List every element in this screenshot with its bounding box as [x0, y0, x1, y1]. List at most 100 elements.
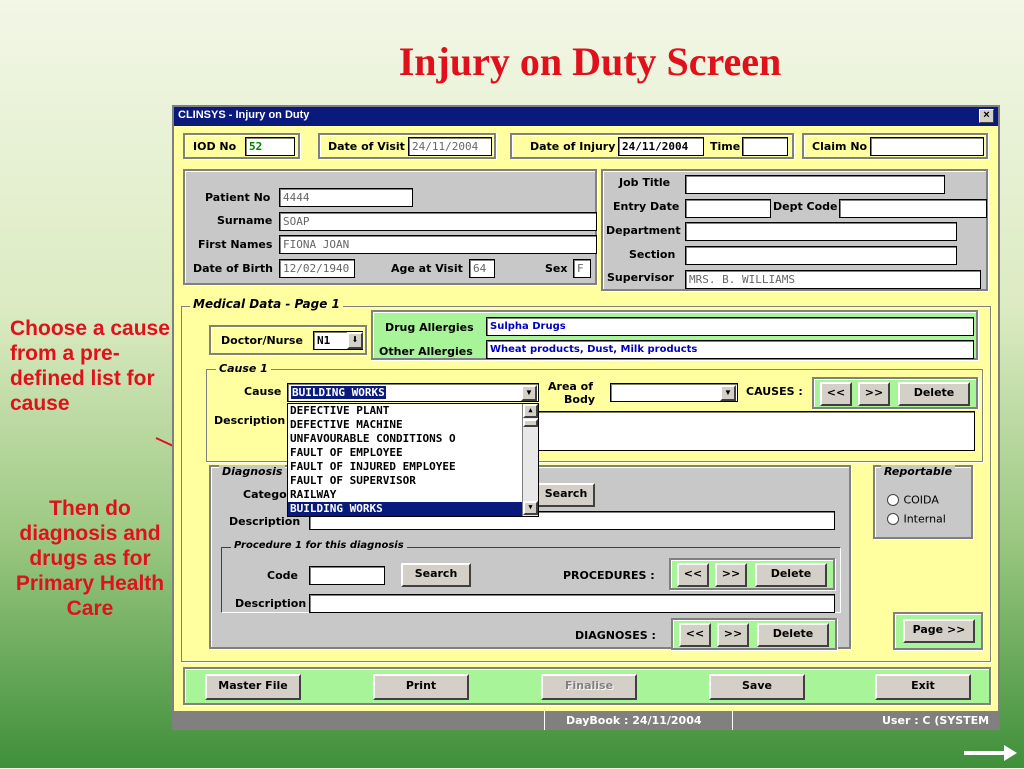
surname-label: Surname — [217, 214, 273, 227]
procedures-nav-group: << >> Delete — [669, 558, 835, 590]
exit-button[interactable]: Exit — [875, 674, 971, 700]
internal-label: Internal — [903, 512, 946, 526]
close-icon[interactable]: × — [979, 109, 994, 123]
claim-number-field[interactable] — [870, 137, 984, 156]
department-field[interactable] — [685, 222, 957, 241]
procedure-search-button[interactable]: Search — [401, 563, 471, 587]
allergies-group: Drug Allergies Sulpha Drugs Other Allerg… — [371, 310, 978, 360]
procedures-label: PROCEDURES : — [563, 569, 655, 582]
cause-next-button[interactable]: >> — [858, 382, 890, 406]
cause-option[interactable]: FAULT OF SUPERVISOR — [288, 474, 522, 488]
entry-date-label: Entry Date — [613, 200, 680, 213]
cause-select[interactable]: BUILDING WORKS — [287, 383, 539, 402]
coida-radio[interactable]: COIDA — [887, 491, 939, 509]
cause-option[interactable]: FAULT OF EMPLOYEE — [288, 446, 522, 460]
procedure-description-field[interactable] — [309, 594, 835, 613]
injury-date-group: Date of Injury 24/11/2004 Time — [510, 133, 794, 159]
scroll-down-icon[interactable]: ▼ — [523, 501, 538, 515]
cause-option[interactable]: UNFAVOURABLE CONDITIONS O — [288, 432, 522, 446]
sex-field[interactable]: F — [573, 259, 591, 278]
coida-label: COIDA — [903, 493, 939, 507]
visit-date-field[interactable]: 24/11/2004 — [408, 137, 492, 156]
next-slide-arrow-icon[interactable] — [962, 742, 1018, 769]
procedure-code-field[interactable] — [309, 566, 385, 585]
iod-label: IOD No — [193, 140, 237, 153]
supervisor-field[interactable]: MRS. B. WILLIAMS — [685, 270, 981, 289]
other-allergies-field[interactable]: Wheat products, Dust, Milk products — [486, 340, 974, 359]
diagnosis-prev-button[interactable]: << — [679, 623, 711, 647]
dept-code-field[interactable] — [839, 199, 987, 218]
injury-date-field[interactable]: 24/11/2004 — [618, 137, 704, 156]
diagnosis-next-button[interactable]: >> — [717, 623, 749, 647]
patient-no-label: Patient No — [205, 191, 271, 204]
diagnosis-delete-button[interactable]: Delete — [757, 623, 829, 647]
cause-list-scrollbar[interactable]: ▲ ▼ — [522, 404, 538, 516]
section-field[interactable] — [685, 246, 957, 265]
procedure-delete-button[interactable]: Delete — [755, 563, 827, 587]
cause-label: Cause — [244, 385, 282, 398]
print-button[interactable]: Print — [373, 674, 469, 700]
window-titlebar[interactable]: CLINSYS - Injury on Duty × — [174, 107, 998, 126]
save-button[interactable]: Save — [709, 674, 805, 700]
page-next-button[interactable]: Page >> — [903, 619, 975, 643]
age-label: Age at Visit — [391, 262, 463, 275]
diagnoses-nav-group: << >> Delete — [671, 618, 837, 650]
scroll-up-icon[interactable]: ▲ — [523, 404, 538, 418]
claim-label: Claim No — [812, 140, 868, 153]
job-title-field[interactable] — [685, 175, 945, 194]
drug-allergies-label: Drug Allergies — [385, 321, 474, 334]
dept-code-label: Dept Code — [773, 200, 838, 213]
area-of-body-select[interactable] — [610, 383, 738, 402]
status-bar: DayBook : 24/11/2004 User : C (SYSTEM — [174, 711, 998, 730]
reportable-group: Reportable COIDA Internal — [873, 465, 973, 539]
visit-date-group: Date of Visit 24/11/2004 — [318, 133, 496, 159]
department-label: Department — [606, 224, 681, 237]
finalise-button[interactable]: Finalise — [541, 674, 637, 700]
cause-delete-button[interactable]: Delete — [898, 382, 970, 406]
cause-prev-button[interactable]: << — [820, 382, 852, 406]
internal-radio[interactable]: Internal — [887, 510, 946, 528]
iod-number-field[interactable]: 52 — [245, 137, 295, 156]
procedure-next-button[interactable]: >> — [715, 563, 747, 587]
causes-nav-group: << >> Delete — [812, 377, 978, 409]
user-status: User : C (SYSTEM — [882, 714, 990, 727]
dob-field[interactable]: 12/02/1940 — [279, 259, 355, 278]
cause-option[interactable]: DEFECTIVE PLANT — [288, 404, 522, 418]
dob-label: Date of Birth — [193, 262, 273, 275]
drug-allergies-field[interactable]: Sulpha Drugs — [486, 317, 974, 336]
cause-option[interactable]: FAULT OF INJURED EMPLOYEE — [288, 460, 522, 474]
first-names-field[interactable]: FIONA JOAN — [279, 235, 597, 254]
daybook-status: DayBook : 24/11/2004 — [566, 714, 702, 727]
first-names-label: First Names — [198, 238, 273, 251]
cause-option[interactable]: BUILDING WORKS — [288, 502, 522, 516]
patient-group: Patient No 4444 Surname SOAP First Names… — [183, 169, 597, 285]
medical-data-legend: Medical Data - Page 1 — [190, 297, 343, 311]
scroll-thumb[interactable] — [523, 419, 538, 427]
master-file-button[interactable]: Master File — [205, 674, 301, 700]
doctor-value: N1 — [317, 334, 331, 347]
surname-field[interactable]: SOAP — [279, 212, 597, 231]
cause-dropdown-list[interactable]: DEFECTIVE PLANT DEFECTIVE MACHINE UNFAVOUR… — [287, 403, 539, 517]
category-label: Catego — [243, 488, 287, 501]
cause-option[interactable]: RAILWAY — [288, 488, 522, 502]
category-search-button[interactable]: Search — [537, 483, 595, 507]
age-field[interactable]: 64 — [469, 259, 495, 278]
cause-option[interactable]: DEFECTIVE MACHINE — [288, 418, 522, 432]
code-label: Code — [267, 569, 298, 582]
iod-window: CLINSYS - Injury on Duty × IOD No 52 Dat… — [172, 105, 1000, 730]
patient-no-field[interactable]: 4444 — [279, 188, 413, 207]
footer-group: Master File Print Finalise Save Exit — [183, 667, 991, 705]
area-label-1: Area of — [548, 380, 593, 393]
doctor-group: Doctor/Nurse N1 ⬇ — [209, 325, 367, 355]
cause-dropdown-icon[interactable]: ▼ — [521, 385, 537, 401]
procedure-description-label: Description — [235, 597, 307, 610]
window-title: CLINSYS - Injury on Duty — [178, 109, 310, 121]
doctor-dropdown-icon[interactable]: ⬇ — [347, 332, 363, 349]
cause-description-label: Description — [214, 414, 286, 427]
procedure-prev-button[interactable]: << — [677, 563, 709, 587]
entry-date-field[interactable] — [685, 199, 771, 218]
injury-date-label: Date of Injury — [530, 140, 616, 153]
section-label: Section — [629, 248, 676, 261]
area-dropdown-icon[interactable]: ▼ — [720, 385, 736, 401]
time-field[interactable] — [742, 137, 788, 156]
